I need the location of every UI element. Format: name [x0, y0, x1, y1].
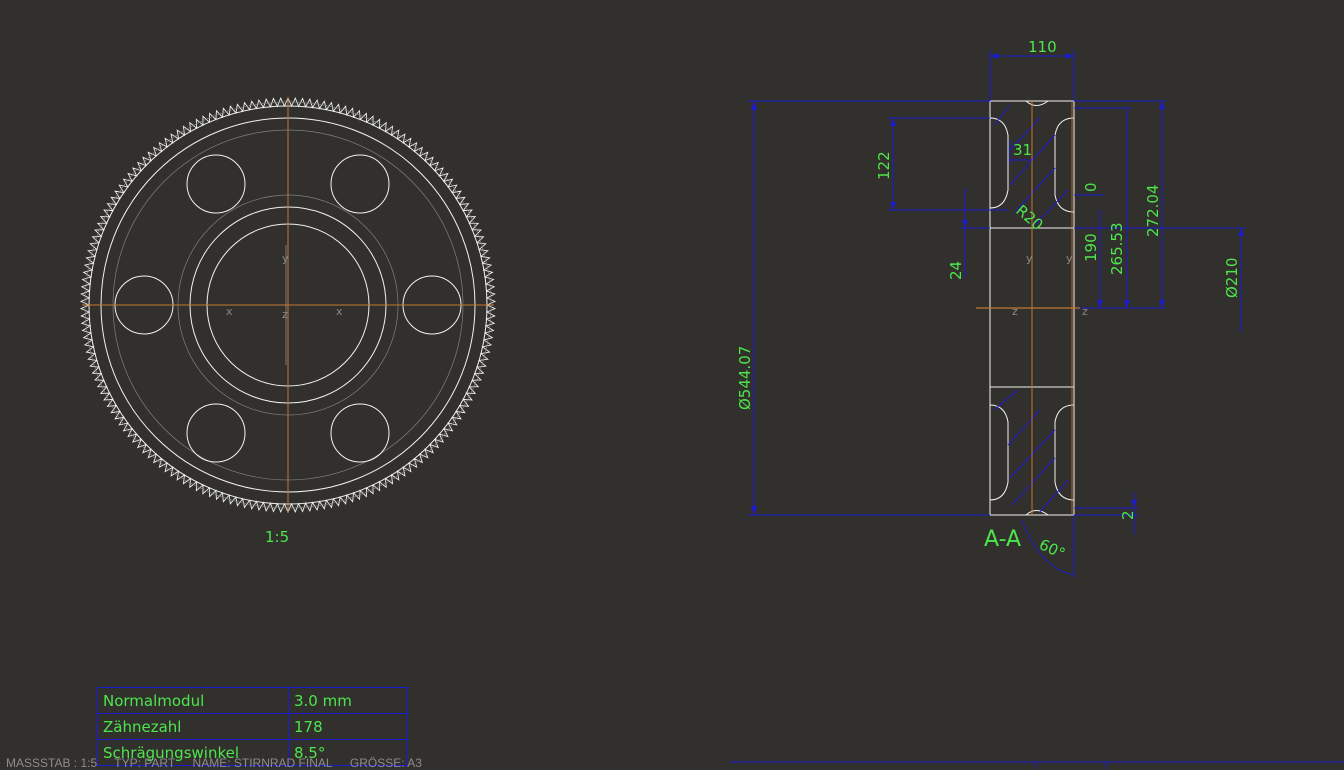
z-axis-label: z: [282, 308, 288, 321]
z-axis-label: z: [1082, 305, 1088, 318]
lightening-hole: [330, 154, 390, 214]
y-axis-label: y: [282, 252, 289, 265]
dim-190-text: 190: [1082, 233, 1100, 262]
y-axis-label: y: [1066, 252, 1073, 265]
x-axis-label: x: [336, 305, 343, 318]
pocket-left-upper: [989, 117, 1009, 209]
property-key: Normalmodul: [97, 687, 289, 714]
property-key: Zähnezahl: [97, 713, 289, 740]
x-axis-label: x: [226, 305, 233, 318]
lightening-hole: [186, 154, 246, 214]
title-block-edge: [730, 761, 1344, 769]
footer-name: NAME: STIRNRAD FINAL: [192, 756, 333, 770]
dimension-arrows: [751, 53, 1244, 515]
z-axis-label: z: [1012, 305, 1018, 318]
lightening-hole: [186, 403, 246, 463]
dim-width-text: 110: [1028, 38, 1057, 56]
pocket-right-lower: [1054, 404, 1075, 501]
pocket-right-upper: [1054, 117, 1075, 213]
dim-122-text: 122: [875, 151, 893, 180]
section-title: A-A: [984, 527, 1021, 552]
property-row: Normalmodul 3.0 mm: [97, 687, 408, 714]
dim-od-text: Ø544.07: [736, 346, 754, 410]
footer-size: GRÖSSE: A3: [349, 756, 422, 770]
pocket-bottom-arc: [1025, 510, 1049, 516]
pocket-top-arc: [1025, 100, 1049, 106]
lightening-hole: [330, 403, 390, 463]
property-value: 3.0 mm: [288, 687, 408, 714]
gear-properties-table: Normalmodul 3.0 mm Zähnezahl 178 Schrägu…: [97, 687, 408, 766]
dim-272-text: 272.04: [1144, 185, 1162, 238]
dim-bore-text: Ø210: [1223, 258, 1241, 298]
drawing-canvas[interactable]: x x y z 1:5 z z y y 110 Ø544.07 122 31 R…: [0, 0, 1344, 769]
dim-angle-text: 60°: [1036, 535, 1068, 563]
section-view[interactable]: z z y y 110 Ø544.07 122 31 R20 0 24 190 …: [736, 38, 1246, 577]
dim-chamfer-text: 2: [1119, 510, 1137, 520]
dim-zero-text: 0: [1082, 182, 1100, 192]
dim-265-text: 265.53: [1108, 223, 1126, 276]
property-value: 178: [288, 713, 408, 740]
y-axis-label: y: [1026, 252, 1033, 265]
pocket-left-lower: [989, 404, 1009, 501]
footer-type: TYP: PART: [114, 756, 176, 770]
footer-scale: MASSSTAB : 1:5: [6, 756, 98, 770]
front-view[interactable]: x x y z 1:5: [79, 96, 497, 546]
dim-31-text: 31: [1013, 141, 1032, 159]
view-scale-label: 1:5: [265, 528, 289, 546]
property-row: Zähnezahl 178: [97, 713, 408, 740]
dim-radius-text: R20: [1012, 201, 1046, 234]
dim-24-text: 24: [947, 261, 965, 280]
drawing-footer: MASSSTAB : 1:5 TYP: PART NAME: STIRNRAD …: [6, 756, 436, 770]
